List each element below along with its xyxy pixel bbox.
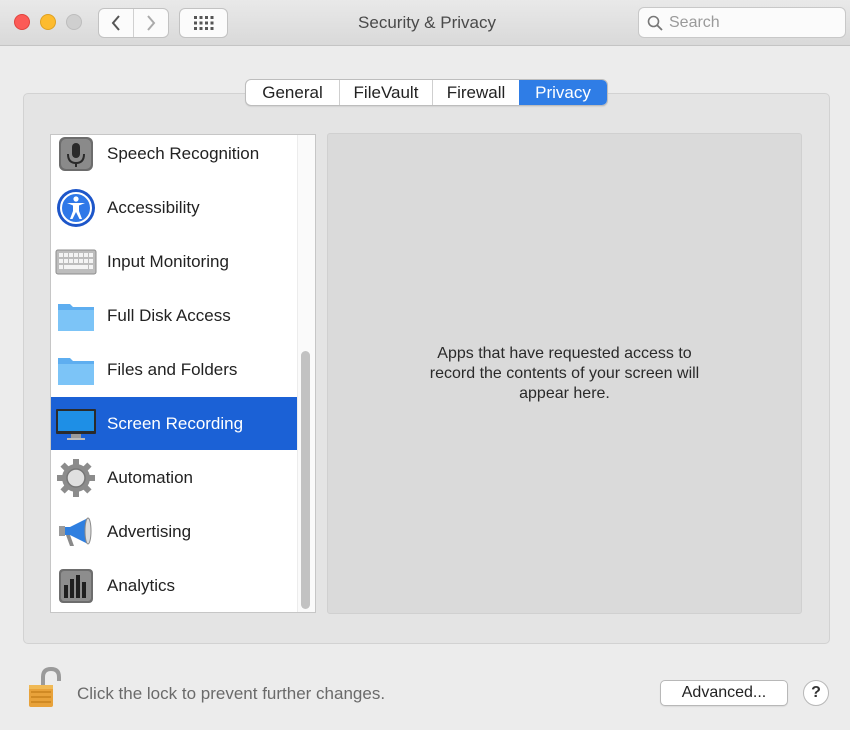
folder-icon — [55, 349, 97, 391]
lock-status-text: Click the lock to prevent further change… — [77, 684, 386, 703]
window-title: Security & Privacy — [358, 13, 496, 32]
lock-button[interactable] — [27, 666, 63, 716]
list-item-screen-recording[interactable]: Screen Recording — [51, 397, 297, 450]
list-item-label: Analytics — [107, 575, 176, 595]
search-icon — [647, 15, 663, 31]
list-item-label: Accessibility — [107, 197, 200, 217]
bar-chart-icon — [55, 565, 97, 607]
list-item-label: Input Monitoring — [107, 251, 229, 271]
list-item-automation[interactable]: Automation — [51, 451, 297, 504]
folder-icon — [55, 295, 97, 337]
megaphone-icon — [55, 511, 97, 553]
close-window-button[interactable] — [14, 14, 30, 30]
microphone-icon — [55, 135, 97, 175]
tab-filevault[interactable]: FileVault — [339, 80, 432, 105]
list-item-accessibility[interactable]: Accessibility — [51, 181, 297, 234]
list-item-speech-recognition[interactable]: Speech Recognition — [51, 135, 297, 180]
chevron-left-icon — [111, 15, 120, 31]
minimize-window-button[interactable] — [40, 14, 56, 30]
keyboard-icon — [55, 241, 97, 283]
scrollbar-thumb[interactable] — [301, 351, 310, 609]
search-input[interactable] — [669, 13, 829, 32]
list-item-label: Advertising — [107, 521, 192, 541]
list-item-input-monitoring[interactable]: Input Monitoring — [51, 235, 297, 288]
show-all-button[interactable] — [179, 8, 228, 38]
back-forward-group — [98, 8, 169, 38]
tab-firewall[interactable]: Firewall — [432, 80, 519, 105]
accessibility-icon — [55, 187, 97, 229]
list-item-label: Files and Folders — [107, 359, 238, 379]
gear-icon — [55, 457, 97, 499]
display-icon — [55, 403, 97, 445]
list-item-label: Full Disk Access — [107, 305, 231, 325]
list-item-advertising[interactable]: Advertising — [51, 505, 297, 558]
tab-general[interactable]: General — [246, 80, 339, 105]
privacy-category-list[interactable]: Speech Recognition Accessibility Input M… — [50, 134, 316, 613]
tab-privacy[interactable]: Privacy — [519, 80, 607, 105]
unlocked-padlock-icon — [29, 666, 61, 707]
list-item-analytics[interactable]: Analytics — [51, 559, 297, 612]
help-button[interactable]: ? — [803, 680, 829, 706]
search-field[interactable] — [638, 7, 846, 38]
zoom-window-button[interactable] — [66, 14, 82, 30]
list-item-files-and-folders[interactable]: Files and Folders — [51, 343, 297, 396]
list-item-label: Automation — [107, 467, 193, 487]
advanced-button[interactable]: Advanced... — [660, 680, 788, 706]
back-button[interactable] — [99, 9, 133, 37]
chevron-right-icon — [147, 15, 156, 31]
grid-icon — [193, 16, 213, 30]
list-item-label: Speech Recognition — [107, 143, 260, 163]
list-item-label: Screen Recording — [107, 413, 244, 433]
app-permissions-pane: Apps that have requested access to recor… — [327, 133, 802, 614]
forward-button[interactable] — [133, 9, 168, 37]
tab-bar: General FileVault Firewall Privacy — [245, 79, 608, 106]
list-item-full-disk-access[interactable]: Full Disk Access — [51, 289, 297, 342]
empty-state-message: Apps that have requested access to recor… — [429, 344, 700, 402]
title-bar: Security & Privacy — [0, 0, 850, 46]
